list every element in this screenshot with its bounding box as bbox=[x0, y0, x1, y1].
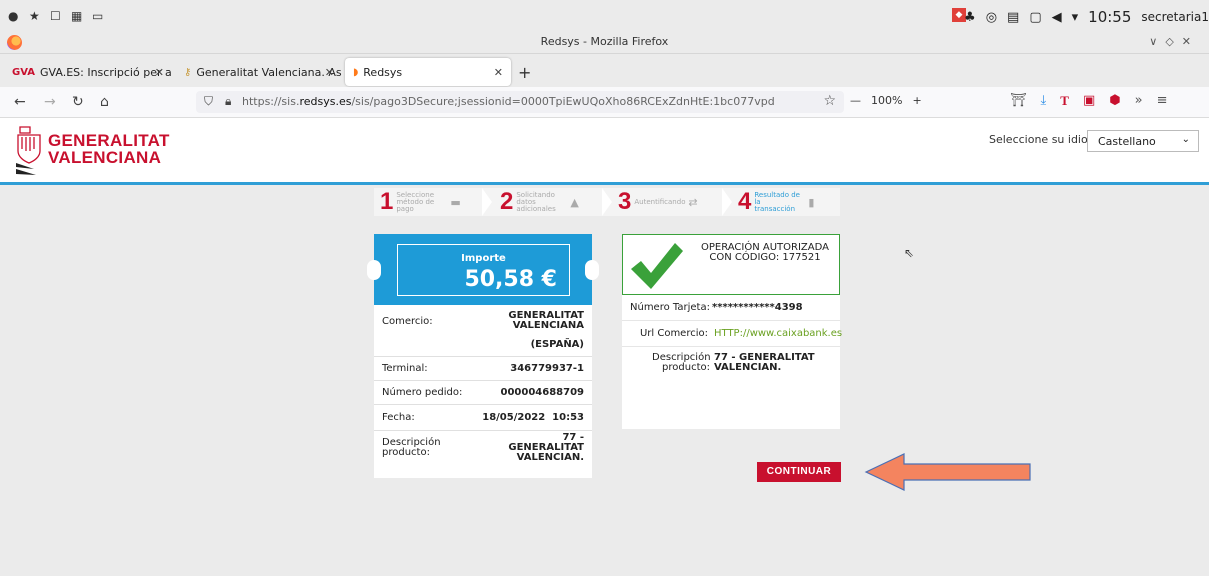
detail-row-pais: (ESPAÑA) bbox=[374, 333, 592, 357]
navigation-bar: ← → ↻ ⌂ ⛉ 🔒︎ https://sis.redsys.es/sis/p… bbox=[0, 87, 1209, 118]
window-controls[interactable]: ∨◇✕ bbox=[1149, 35, 1199, 48]
detail-row-terminal: Terminal: 346779937-1 bbox=[374, 357, 592, 381]
merchant-url-link[interactable]: HTTP://www.caixabank.es bbox=[714, 328, 842, 339]
star-icon[interactable]: ★ bbox=[29, 10, 41, 22]
download-icon[interactable]: ⤓ bbox=[1041, 93, 1047, 109]
url-text[interactable]: https://sis.redsys.es/sis/pago3DSecure;j… bbox=[242, 95, 775, 108]
detail-row-pedido: Número pedido: 000004688709 bbox=[374, 381, 592, 405]
tab-bar: GVA GVA.ES: Inscripció per a la ✕ ⚷ Gene… bbox=[0, 55, 1209, 87]
tab-gva-inscripcio[interactable]: GVA GVA.ES: Inscripció per a la ✕ bbox=[4, 58, 172, 86]
close-icon[interactable]: ✕ bbox=[325, 66, 334, 79]
shield-icon[interactable]: ⛉ bbox=[204, 94, 213, 109]
close-icon[interactable]: ✕ bbox=[155, 66, 164, 79]
window-title: Redsys - Mozilla Firefox bbox=[540, 35, 669, 48]
close-icon[interactable]: ✕ bbox=[494, 66, 503, 79]
zoom-level[interactable]: 100% bbox=[871, 94, 902, 107]
language-select[interactable]: Castellano ⌄ bbox=[1087, 130, 1199, 152]
detail-row-fecha: Fecha: 18/05/2022 10:53 bbox=[374, 405, 592, 431]
checkmark-icon bbox=[631, 243, 683, 289]
bookmark-star-icon[interactable]: ☆ bbox=[823, 93, 836, 109]
chevron-down-icon: ⌄ bbox=[1181, 134, 1190, 145]
redsys-icon: ◗ bbox=[353, 66, 359, 78]
generalitat-logo-icon bbox=[16, 126, 41, 175]
zoom-control: — 100% + bbox=[850, 94, 922, 107]
network-icon[interactable]: ♣ bbox=[964, 10, 976, 25]
drive-icon[interactable]: ▭ bbox=[92, 10, 104, 22]
annotation-arrow-icon bbox=[864, 453, 1031, 491]
page-header: GENERALITAT VALENCIANA Seleccione su idi… bbox=[0, 118, 1209, 185]
generalitat-wordmark: GENERALITAT VALENCIANA bbox=[48, 131, 170, 167]
step-1: 1 Seleccione método de pago ▬ bbox=[380, 188, 461, 215]
lock-icon: ▲ bbox=[570, 195, 579, 209]
translate-extension-icon[interactable]: T bbox=[1060, 93, 1069, 109]
amount-value: 50,58 € bbox=[464, 267, 557, 292]
zoom-out-button[interactable]: — bbox=[850, 94, 861, 107]
zoom-in-button[interactable]: + bbox=[912, 94, 921, 107]
new-tab-button[interactable]: + bbox=[518, 63, 531, 82]
payment-summary-card: Importe 50,58 € Comercio: GENERALITAT VA… bbox=[367, 234, 599, 478]
step-4: 4 Resultado de la transacción ▮ bbox=[738, 188, 815, 215]
tab-redsys[interactable]: ◗ Redsys ✕ bbox=[345, 58, 511, 86]
pocket-icon[interactable]: ⛩ bbox=[1010, 93, 1027, 109]
gva-icon: GVA bbox=[12, 66, 36, 78]
system-top-bar: ● ★ ☐ ▦ ▭ ◆ ♣ ◎ ▤ ▢ ◀ ▾ 10:55 secretaria… bbox=[0, 0, 1209, 32]
dropdown-icon[interactable]: ▾ bbox=[1072, 10, 1079, 25]
continue-button[interactable]: CONTINUAR bbox=[757, 462, 841, 482]
authorization-box: OPERACIÓN AUTORIZADA CON CÓDIGO: 177521 bbox=[622, 234, 840, 295]
payment-steps: 1 Seleccione método de pago ▬ 2 Solicita… bbox=[374, 188, 840, 216]
display-icon[interactable]: ▢ bbox=[1029, 10, 1041, 25]
page-content: GENERALITAT VALENCIANA Seleccione su idi… bbox=[0, 118, 1209, 576]
clipboard-icon[interactable]: ▤ bbox=[1007, 10, 1019, 25]
payment-details: Comercio: GENERALITAT VALENCIANA (ESPAÑA… bbox=[374, 305, 592, 465]
step-3: 3 Autentificando ⇄ bbox=[618, 188, 698, 215]
home-icon[interactable]: ⌂ bbox=[100, 94, 109, 110]
system-launcher-icons: ● ★ ☐ ▦ ▭ bbox=[8, 10, 104, 22]
key-icon: ⚷ bbox=[184, 66, 192, 78]
video-extension-icon[interactable]: ▣ bbox=[1083, 93, 1095, 109]
forward-icon[interactable]: → bbox=[44, 94, 56, 110]
overflow-menu-icon[interactable]: » bbox=[1135, 93, 1143, 109]
tab-label: Redsys bbox=[363, 65, 403, 79]
username[interactable]: secretaria1 bbox=[1141, 10, 1209, 24]
calculator-icon[interactable]: ▦ bbox=[71, 10, 83, 22]
window-icon[interactable]: ☐ bbox=[50, 10, 62, 22]
hamburger-menu-icon[interactable]: ≡ bbox=[1157, 93, 1168, 109]
authorization-message: OPERACIÓN AUTORIZADA CON CÓDIGO: 177521 bbox=[701, 242, 829, 263]
ublock-icon[interactable]: ⬢ bbox=[1109, 93, 1120, 109]
tab-label: Generalitat Valenciana. Ass bbox=[196, 65, 342, 79]
transfer-icon: ⇄ bbox=[688, 195, 698, 209]
detail-row-comercio: Comercio: GENERALITAT VALENCIANA bbox=[382, 310, 584, 331]
importe-label: Importe bbox=[461, 253, 506, 264]
tab-generalitat[interactable]: ⚷ Generalitat Valenciana. Ass ✕ bbox=[176, 58, 342, 86]
transaction-result-card: OPERACIÓN AUTORIZADA CON CÓDIGO: 177521 … bbox=[622, 234, 842, 429]
volume-icon[interactable]: ◀ bbox=[1052, 10, 1062, 25]
card-icon: ▬ bbox=[450, 195, 461, 209]
mouse-cursor-icon: ⇖ bbox=[904, 246, 915, 260]
step-2: 2 Solicitando datos adicionales ▲ bbox=[500, 188, 579, 215]
media-icon[interactable]: ◎ bbox=[986, 10, 997, 25]
bird-icon[interactable]: ● bbox=[8, 10, 20, 22]
window-title-bar: Redsys - Mozilla Firefox ∨◇✕ bbox=[0, 32, 1209, 54]
toolbar-icons: ⛩ ⤓ T ▣ ⬢ » ≡ bbox=[1010, 93, 1167, 109]
back-icon[interactable]: ← bbox=[14, 94, 26, 110]
detail-row-descripcion: Descripción producto: 77 - GENERALITAT V… bbox=[382, 432, 584, 463]
lock-icon[interactable]: 🔒︎ bbox=[225, 94, 231, 109]
url-bar[interactable]: ⛉ 🔒︎ https://sis.redsys.es/sis/pago3DSec… bbox=[196, 91, 844, 113]
reload-icon[interactable]: ↻ bbox=[72, 94, 84, 110]
thumbs-up-icon: ▮ bbox=[808, 195, 815, 209]
amount-box: Importe 50,58 € bbox=[367, 234, 599, 305]
clock[interactable]: 10:55 bbox=[1088, 8, 1131, 26]
tab-label: GVA.ES: Inscripció per a la bbox=[40, 65, 172, 79]
